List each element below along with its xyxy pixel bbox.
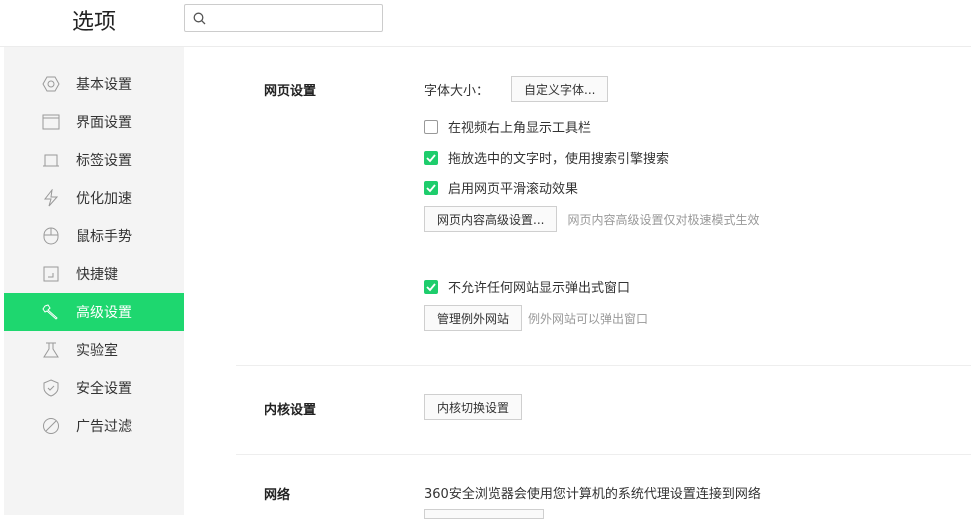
advanced-content-button[interactable]: 网页内容高级设置... — [424, 206, 558, 232]
tab-icon — [43, 154, 59, 167]
option-label: 拖放选中的文字时，使用搜索引擎搜索 — [448, 152, 670, 167]
section-title-web: 网页设置 — [264, 84, 317, 99]
flask-icon — [43, 342, 59, 358]
page-title: 选项 — [72, 10, 117, 35]
section-title-kernel: 内核设置 — [264, 403, 317, 418]
option-smooth-scroll[interactable]: 启用网页平滑滚动效果 — [424, 178, 578, 197]
option-label: 不允许任何网站显示弹出式窗口 — [448, 281, 631, 296]
lightning-icon — [43, 189, 59, 207]
sidebar-item-label: 优化加速 — [76, 191, 132, 207]
divider — [236, 365, 971, 366]
check-icon — [426, 183, 436, 192]
advanced-hint: 网页内容高级设置仅对极速模式生效 — [567, 212, 760, 227]
sidebar-item-security[interactable]: 安全设置 — [4, 369, 184, 407]
proxy-settings-button[interactable] — [424, 509, 544, 519]
sidebar-item-lab[interactable]: 实验室 — [4, 331, 184, 369]
shield-icon — [43, 379, 59, 397]
check-icon — [426, 153, 436, 162]
sidebar-item-label: 实验室 — [76, 343, 118, 359]
option-label: 在视频右上角显示工具栏 — [448, 121, 592, 136]
option-video-toolbar[interactable]: 在视频右上角显示工具栏 — [424, 117, 591, 136]
search-icon — [193, 12, 206, 25]
option-block-popups[interactable]: 不允许任何网站显示弹出式窗口 — [424, 277, 630, 296]
checkbox[interactable] — [424, 119, 438, 134]
section-title-network: 网络 — [264, 488, 291, 503]
sidebar-item-label: 基本设置 — [76, 77, 132, 93]
mouse-icon — [43, 227, 59, 245]
window-icon — [42, 114, 60, 130]
header: 选项 — [0, 0, 971, 47]
divider — [236, 454, 971, 455]
search-input[interactable] — [184, 4, 383, 32]
sidebar-item-adblock[interactable]: 广告过滤 — [4, 407, 184, 445]
option-drag-search[interactable]: 拖放选中的文字时，使用搜索引擎搜索 — [424, 148, 669, 167]
option-label: 启用网页平滑滚动效果 — [448, 182, 579, 197]
custom-font-button[interactable]: 自定义字体... — [511, 76, 609, 102]
keyboard-icon — [43, 266, 59, 282]
sidebar-item-mouse[interactable]: 鼠标手势 — [4, 217, 184, 255]
check-icon — [426, 282, 436, 291]
block-icon — [43, 418, 59, 434]
kernel-switch-button[interactable]: 内核切换设置 — [424, 394, 523, 420]
network-description: 360安全浏览器会使用您计算机的系统代理设置连接到网络 — [424, 487, 761, 502]
sidebar-item-tabs[interactable]: 标签设置 — [4, 141, 184, 179]
sidebar-item-label: 快捷键 — [76, 267, 118, 283]
sidebar-item-basic[interactable]: 基本设置 — [4, 65, 184, 103]
manage-exceptions-button[interactable]: 管理例外网站 — [424, 305, 523, 331]
sidebar-item-label: 广告过滤 — [76, 419, 132, 435]
sidebar-item-advanced[interactable]: 高级设置 — [4, 293, 184, 331]
sidebar-item-interface[interactable]: 界面设置 — [4, 103, 184, 141]
hexagon-gear-icon — [42, 76, 60, 92]
sidebar-item-optimize[interactable]: 优化加速 — [4, 179, 184, 217]
checkbox-checked[interactable] — [424, 180, 438, 195]
sidebar-item-label: 界面设置 — [76, 115, 132, 131]
sidebar-item-shortcuts[interactable]: 快捷键 — [4, 255, 184, 293]
sidebar: 基本设置 界面设置 标签设置 优化加速 鼠标手势 快捷键 高级设置 实验室 安全… — [4, 47, 184, 515]
checkbox-checked[interactable] — [424, 279, 438, 294]
wrench-icon — [42, 304, 58, 320]
font-size-label: 字体大小： — [424, 83, 490, 99]
sidebar-item-label: 高级设置 — [76, 305, 132, 321]
sidebar-item-label: 安全设置 — [76, 381, 132, 397]
checkbox-checked[interactable] — [424, 150, 438, 165]
sidebar-item-label: 标签设置 — [76, 153, 132, 169]
exceptions-hint: 例外网站可以弹出窗口 — [528, 311, 649, 326]
sidebar-item-label: 鼠标手势 — [76, 229, 132, 245]
